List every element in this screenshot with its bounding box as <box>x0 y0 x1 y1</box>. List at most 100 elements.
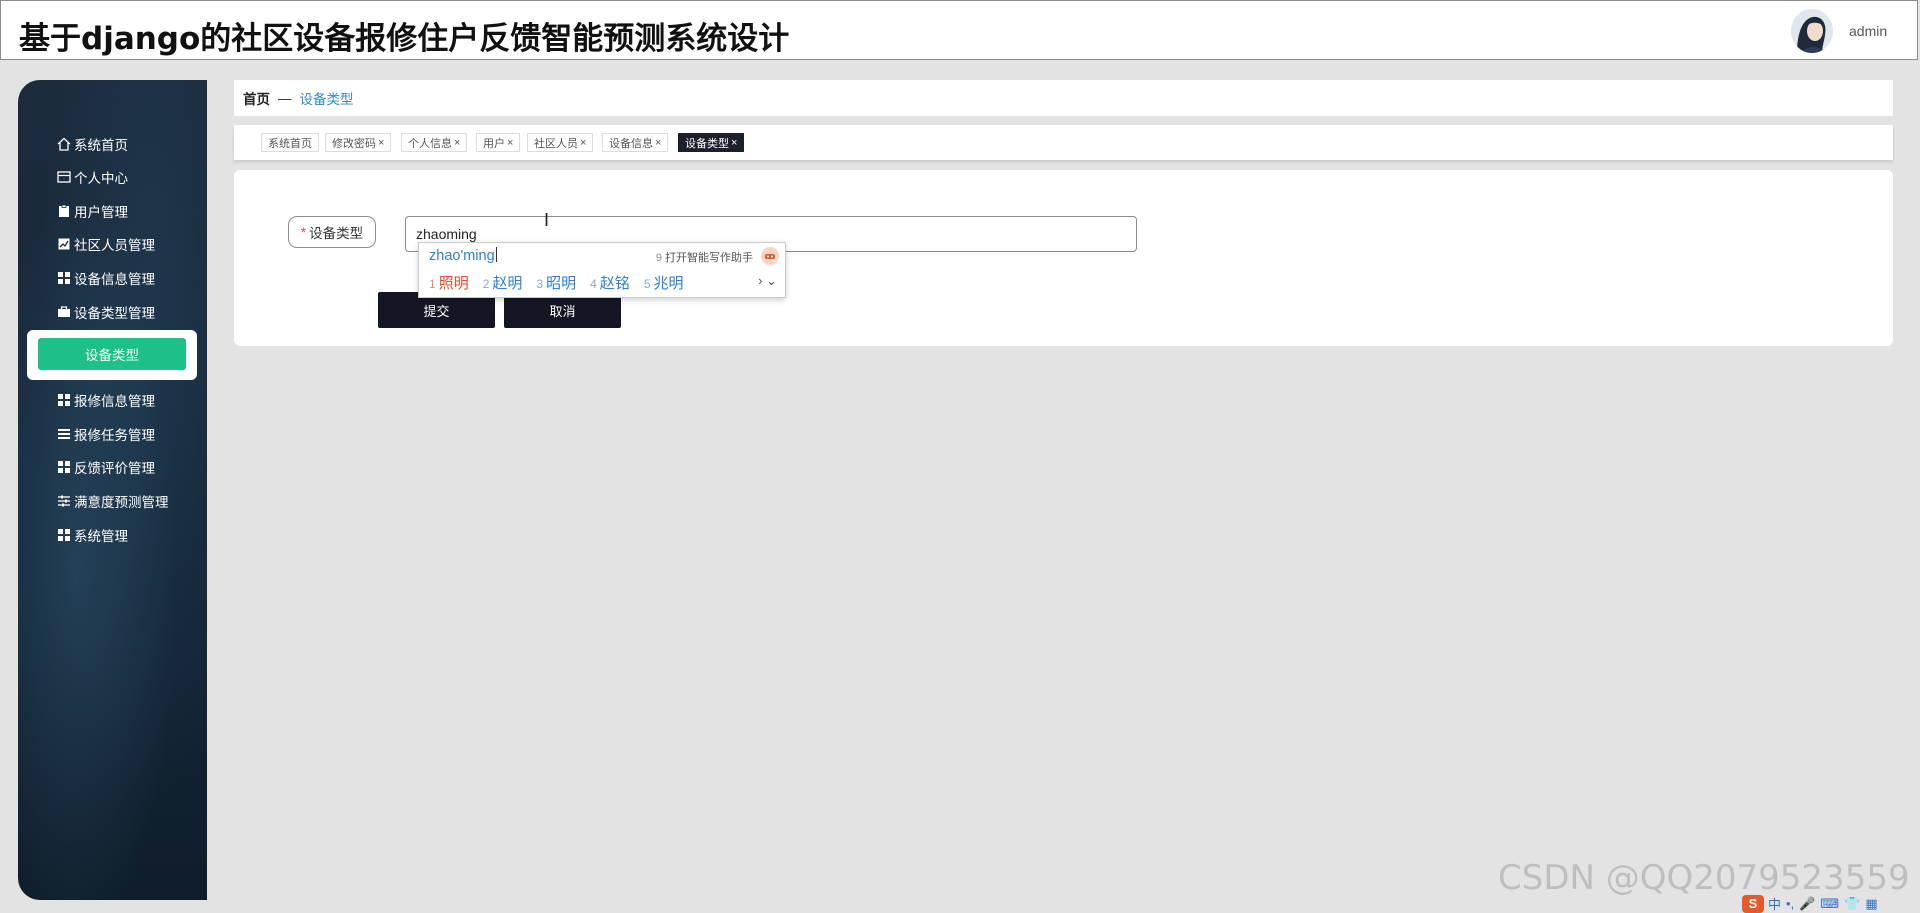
home-icon <box>56 137 71 152</box>
list-icon <box>56 427 71 442</box>
ime-candidate[interactable]: 4 赵铭 <box>590 272 630 293</box>
candidate-number: 1 <box>429 277 436 291</box>
sidebar: 系统首页 个人中心 用户管理 社区人员管理 设备信息管理 设备类型管理 设备类型… <box>18 80 207 900</box>
sidebar-item-label: 满意度预测管理 <box>74 495 169 510</box>
sidebar-item-label: 系统首页 <box>74 138 128 153</box>
tab-personal-info[interactable]: 个人信息 × <box>401 133 468 152</box>
tab-label: 个人信息 <box>408 137 452 150</box>
ime-candidate[interactable]: 3 昭明 <box>536 272 576 293</box>
sidebar-item-repair-task[interactable]: 报修任务管理 <box>56 423 155 445</box>
submenu-item-equipment-type[interactable]: 设备类型 <box>38 338 186 370</box>
microphone-icon[interactable]: 🎤 <box>1799 896 1815 912</box>
sidebar-item-label: 反馈评价管理 <box>74 461 155 476</box>
sidebar-item-label: 报修任务管理 <box>74 428 155 443</box>
ime-candidate-popup: zhao'ming 9 打开智能写作助手 1 照明 2 赵明 3 昭明 4 赵铭 5 兆明 … <box>418 242 786 298</box>
sogou-logo-icon[interactable]: S <box>1742 894 1764 913</box>
ime-composition: zhao'ming <box>429 248 495 264</box>
briefcase-icon <box>56 305 71 320</box>
tabs-bar: 系统首页 修改密码 × 个人信息 × 用户 × 社区人员 × 设备信息 × 设备类型 × <box>234 125 1893 160</box>
ime-assist-label: 打开智能写作助手 <box>665 252 753 264</box>
grid-icon <box>56 271 71 286</box>
sidebar-item-repair-info[interactable]: 报修信息管理 <box>56 389 155 411</box>
breadcrumb: 首页 — 设备类型 <box>234 80 1893 116</box>
app-title: 基于django的社区设备报修住户反馈智能预测系统设计 <box>19 21 790 57</box>
punctuation-icon[interactable]: •, <box>1786 896 1794 911</box>
tab-equipment-type[interactable]: 设备类型 × <box>678 133 745 152</box>
candidate-text: 赵明 <box>492 275 523 292</box>
sidebar-item-satisfaction[interactable]: 满意度预测管理 <box>56 490 169 512</box>
username[interactable]: admin <box>1849 23 1887 39</box>
candidate-number: 5 <box>643 277 651 291</box>
grid-icon <box>56 460 71 475</box>
sliders-icon <box>56 494 71 509</box>
ime-candidates: 1 照明 2 赵明 3 昭明 4 赵铭 5 兆明 <box>429 272 698 293</box>
sidebar-item-label: 报修信息管理 <box>74 394 155 409</box>
close-icon[interactable]: × <box>454 137 460 149</box>
field-label-text: 设备类型 <box>309 226 364 241</box>
ime-candidate[interactable]: 1 照明 <box>429 272 469 293</box>
sidebar-item-label: 系统管理 <box>74 529 128 544</box>
required-mark: * <box>300 224 307 240</box>
close-icon[interactable]: × <box>507 137 513 149</box>
sidebar-item-system[interactable]: 系统管理 <box>56 524 128 546</box>
candidate-number: 2 <box>482 277 490 291</box>
sidebar-item-equipment-type[interactable]: 设备类型管理 <box>56 301 155 323</box>
id-card-icon <box>56 170 71 185</box>
sidebar-item-label: 个人中心 <box>74 171 128 186</box>
keyboard-icon[interactable]: ⌨ <box>1820 896 1839 912</box>
candidate-text: 兆明 <box>653 275 684 292</box>
tab-label: 系统首页 <box>268 137 312 150</box>
candidate-text: 赵铭 <box>599 275 630 292</box>
sidebar-item-equipment-info[interactable]: 设备信息管理 <box>56 267 155 289</box>
sidebar-item-community-staff[interactable]: 社区人员管理 <box>56 233 155 255</box>
ime-toolbar: S 中 •, 🎤 ⌨ 👕 ▦ <box>1742 894 1883 913</box>
avatar-image <box>1791 9 1833 53</box>
grid-icon <box>56 528 71 543</box>
sidebar-item-label: 设备信息管理 <box>74 272 155 287</box>
sidebar-item-profile[interactable]: 个人中心 <box>56 166 128 188</box>
close-icon[interactable]: × <box>655 137 661 149</box>
breadcrumb-separator: — <box>278 90 292 106</box>
breadcrumb-current: 设备类型 <box>299 92 354 107</box>
sidebar-item-label: 设备类型管理 <box>74 306 155 321</box>
watermark: CSDN @QQ2079523559 <box>1498 858 1910 898</box>
tab-label: 修改密码 <box>332 137 376 150</box>
avatar[interactable] <box>1791 9 1833 53</box>
tab-label: 用户 <box>483 137 505 150</box>
breadcrumb-home[interactable]: 首页 <box>243 88 270 108</box>
equipment-type-label: * 设备类型 <box>288 216 376 248</box>
tab-users[interactable]: 用户 × <box>476 133 521 152</box>
tab-label: 设备信息 <box>609 137 653 150</box>
clipboard-icon <box>56 204 71 219</box>
sidebar-item-label: 社区人员管理 <box>74 238 155 253</box>
ime-candidate[interactable]: 5 兆明 <box>644 272 684 293</box>
assistant-icon[interactable] <box>761 247 779 265</box>
grid-icon <box>56 393 71 408</box>
sidebar-item-label: 用户管理 <box>74 205 128 220</box>
sidebar-item-home[interactable]: 系统首页 <box>56 133 128 155</box>
ime-assist-num: 9 <box>655 252 662 264</box>
tab-change-password[interactable]: 修改密码 × <box>325 133 392 152</box>
close-icon[interactable]: × <box>378 137 384 149</box>
close-icon[interactable]: × <box>731 137 737 149</box>
skin-icon[interactable]: 👕 <box>1844 896 1860 912</box>
submenu-panel: 设备类型 <box>27 330 197 380</box>
sidebar-item-users[interactable]: 用户管理 <box>56 200 128 222</box>
sidebar-item-feedback[interactable]: 反馈评价管理 <box>56 456 155 478</box>
ime-candidate[interactable]: 2 赵明 <box>483 272 523 293</box>
ime-writing-assistant[interactable]: 9 打开智能写作助手 <box>656 249 753 265</box>
tab-community-staff[interactable]: 社区人员 × <box>527 133 594 152</box>
close-icon[interactable]: × <box>580 137 586 149</box>
apps-icon[interactable]: ▦ <box>1865 896 1877 912</box>
tab-label: 社区人员 <box>534 137 578 150</box>
text-cursor-icon: I <box>544 210 550 230</box>
tab-home[interactable]: 系统首页 <box>261 133 319 152</box>
chart-icon <box>56 237 71 252</box>
top-header: 基于django的社区设备报修住户反馈智能预测系统设计 admin <box>0 0 1918 60</box>
candidate-text: 照明 <box>438 275 469 292</box>
candidate-number: 3 <box>536 277 544 291</box>
tab-equipment-info[interactable]: 设备信息 × <box>602 133 669 152</box>
ime-next-page-icon[interactable]: › ⌄ <box>758 273 777 289</box>
language-toggle[interactable]: 中 <box>1768 894 1781 913</box>
tab-label: 设备类型 <box>685 137 729 150</box>
